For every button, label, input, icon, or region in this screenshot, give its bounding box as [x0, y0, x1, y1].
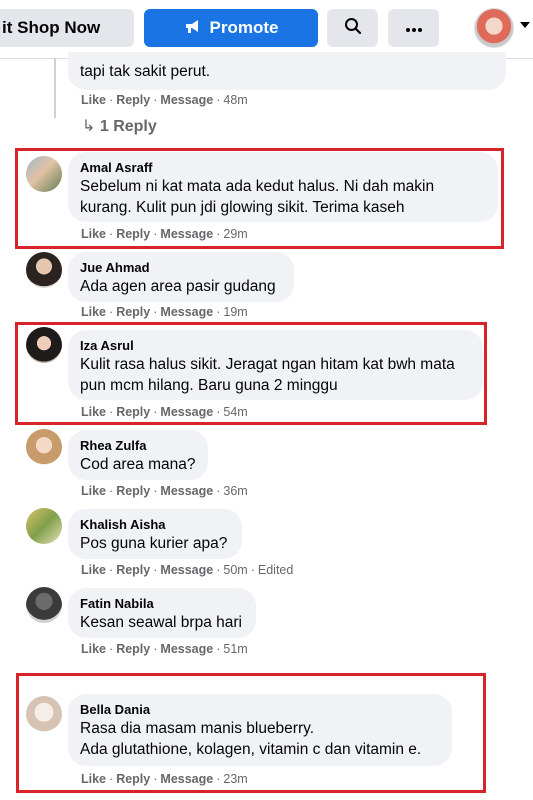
comment-bubble: Bella Dania Rasa dia masam manis blueber…	[68, 694, 452, 766]
comment-bubble: Amal Asraff Sebelum ni kat mata ada kedu…	[68, 152, 498, 222]
promote-button[interactable]: Promote	[144, 9, 318, 47]
comment-time: 19m	[223, 305, 248, 319]
message-link[interactable]: Message	[160, 772, 213, 786]
comment-actions: Like · Reply · Message · 51m	[81, 642, 248, 656]
shop-now-label: it Shop Now	[2, 18, 101, 37]
avatar[interactable]	[26, 587, 62, 623]
like-link[interactable]: Like	[81, 305, 106, 319]
comment-text: Ada agen area pasir gudang	[80, 278, 276, 295]
more-options-button[interactable]	[388, 9, 439, 47]
comment-bubble: Rhea Zulfa Cod area mana?	[68, 430, 208, 480]
reply-link[interactable]: Reply	[116, 305, 150, 319]
comment-bubble: Khalish Aisha Pos guna kurier apa?	[68, 509, 242, 559]
edited-label[interactable]: Edited	[258, 563, 293, 577]
comment-bubble: Jue Ahmad Ada agen area pasir gudang	[68, 252, 294, 302]
comment-text: Rasa dia masam manis blueberry. Ada glut…	[80, 720, 422, 758]
reply-link[interactable]: Reply	[116, 642, 150, 656]
avatar[interactable]	[26, 696, 62, 732]
comment-bubble-previous: tapi tak sakit perut.	[68, 52, 506, 90]
comment-text: tapi tak sakit perut.	[80, 63, 211, 80]
avatar[interactable]	[26, 327, 62, 363]
comment-text: Pos guna kurier apa?	[80, 535, 228, 552]
view-replies-label: 1 Reply	[99, 118, 157, 135]
comment-bubble: Iza Asrul Kulit rasa halus sikit. Jeraga…	[68, 330, 483, 400]
comment-actions: Like · Reply · Message · 29m	[81, 227, 248, 241]
view-replies-link[interactable]: ↳ 1 Reply	[82, 116, 157, 136]
promote-label: Promote	[209, 18, 279, 37]
reply-link[interactable]: Reply	[116, 227, 150, 241]
comment-text: Kulit rasa halus sikit. Jeragat ngan hit…	[80, 356, 455, 394]
comment-time: 50m	[223, 563, 248, 577]
comment-time: 54m	[223, 405, 248, 419]
account-menu-chevron-icon[interactable]	[520, 22, 530, 28]
more-icon	[405, 18, 423, 38]
search-button[interactable]	[327, 9, 378, 47]
message-link[interactable]: Message	[160, 563, 213, 577]
reply-link[interactable]: Reply	[116, 563, 150, 577]
comment-actions: Like · Reply · Message · 54m	[81, 405, 248, 419]
message-link[interactable]: Message	[160, 93, 213, 107]
avatar[interactable]	[26, 156, 62, 192]
like-link[interactable]: Like	[81, 405, 106, 419]
avatar[interactable]	[26, 252, 62, 288]
like-link[interactable]: Like	[81, 93, 106, 107]
shop-now-button[interactable]: it Shop Now	[0, 9, 134, 47]
comment-actions: Like · Reply · Message · 50m · Edited	[81, 563, 294, 577]
reply-arrow-icon: ↳	[82, 118, 96, 135]
message-link[interactable]: Message	[160, 642, 213, 656]
like-link[interactable]: Like	[81, 227, 106, 241]
megaphone-icon	[184, 18, 202, 39]
like-link[interactable]: Like	[81, 772, 106, 786]
comment-time: 51m	[223, 642, 248, 656]
reply-link[interactable]: Reply	[116, 484, 150, 498]
commenter-name[interactable]: Jue Ahmad	[80, 259, 282, 276]
comment-actions: Like · Reply · Message · 48m	[81, 93, 248, 107]
comment-time: 48m	[223, 93, 248, 107]
reply-link[interactable]: Reply	[116, 772, 150, 786]
message-link[interactable]: Message	[160, 484, 213, 498]
commenter-name[interactable]: Rhea Zulfa	[80, 437, 196, 454]
comment-actions: Like · Reply · Message · 36m	[81, 484, 248, 498]
comment-time: 29m	[223, 227, 248, 241]
like-link[interactable]: Like	[81, 484, 106, 498]
comment-text: Kesan seawal brpa hari	[80, 614, 242, 631]
reply-link[interactable]: Reply	[116, 405, 150, 419]
message-link[interactable]: Message	[160, 227, 213, 241]
like-link[interactable]: Like	[81, 563, 106, 577]
commenter-name[interactable]: Khalish Aisha	[80, 516, 230, 533]
comment-text: Cod area mana?	[80, 456, 196, 473]
thread-connector	[54, 58, 56, 118]
commenter-name[interactable]: Fatin Nabila	[80, 595, 244, 612]
message-link[interactable]: Message	[160, 405, 213, 419]
comment-bubble: Fatin Nabila Kesan seawal brpa hari	[68, 588, 256, 638]
avatar[interactable]	[26, 508, 62, 544]
commenter-name[interactable]: Bella Dania	[80, 701, 440, 718]
comment-actions: Like · Reply · Message · 19m	[81, 305, 248, 319]
search-icon	[344, 17, 362, 40]
message-link[interactable]: Message	[160, 305, 213, 319]
profile-avatar[interactable]	[474, 8, 514, 48]
like-link[interactable]: Like	[81, 642, 106, 656]
commenter-name[interactable]: Amal Asraff	[80, 159, 486, 176]
comment-time: 36m	[223, 484, 248, 498]
commenter-name[interactable]: Iza Asrul	[80, 337, 471, 354]
comment-text: Sebelum ni kat mata ada kedut halus. Ni …	[80, 178, 435, 216]
comment-actions: Like · Reply · Message · 23m	[81, 772, 248, 786]
avatar[interactable]	[26, 429, 62, 465]
top-toolbar: it Shop Now Promote	[0, 0, 533, 59]
comment-time: 23m	[223, 772, 248, 786]
reply-link[interactable]: Reply	[116, 93, 150, 107]
